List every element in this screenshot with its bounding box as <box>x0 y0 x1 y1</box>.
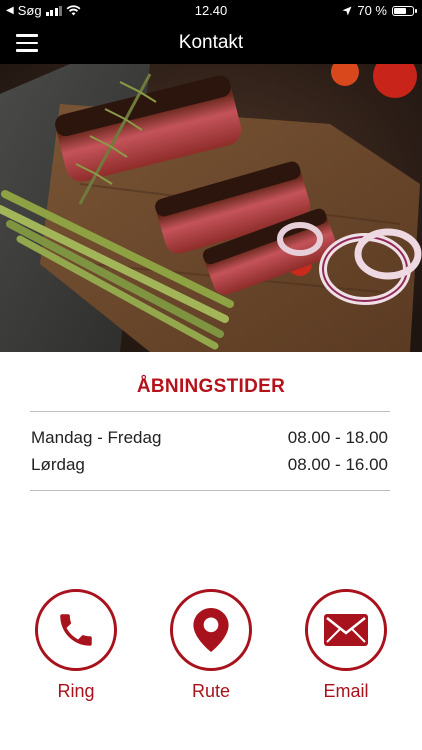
divider-bottom <box>30 490 390 491</box>
battery-icon <box>392 5 417 16</box>
opening-hours-title: ÅBNINGSTIDER <box>136 376 286 397</box>
divider-top <box>30 411 390 412</box>
email-label: Email <box>323 681 369 701</box>
steak-photo <box>0 64 422 352</box>
hours-day: Lørdag <box>31 455 85 474</box>
hours-day: Mandag - Fredag <box>31 428 162 447</box>
navigation-bar: Kontakt <box>0 22 422 64</box>
hours-row-weekdays: Mandag - Fredag 08.00 - 18.00 <box>31 428 388 448</box>
map-pin-icon <box>193 608 229 652</box>
call-label: Ring <box>57 681 95 701</box>
battery-percent: 70 % <box>357 3 387 18</box>
email-circle[interactable] <box>305 589 387 671</box>
route-button[interactable]: Rute <box>166 589 256 702</box>
page-title: Kontakt <box>178 32 244 53</box>
email-button[interactable]: Email <box>301 589 391 702</box>
route-circle[interactable] <box>170 589 252 671</box>
location-arrow-icon <box>342 6 352 15</box>
call-button[interactable]: Ring <box>31 589 121 702</box>
status-bar: ◀ Søg 12.40 70 % <box>0 0 422 22</box>
hours-row-saturday: Lørdag 08.00 - 16.00 <box>31 455 388 475</box>
call-circle[interactable] <box>35 589 117 671</box>
status-right: 70 % <box>342 3 417 18</box>
phone-icon <box>60 614 92 646</box>
hours-time: 08.00 - 16.00 <box>287 455 388 474</box>
hours-time: 08.00 - 18.00 <box>287 428 388 447</box>
route-label: Rute <box>191 681 231 701</box>
envelope-icon <box>324 614 368 646</box>
